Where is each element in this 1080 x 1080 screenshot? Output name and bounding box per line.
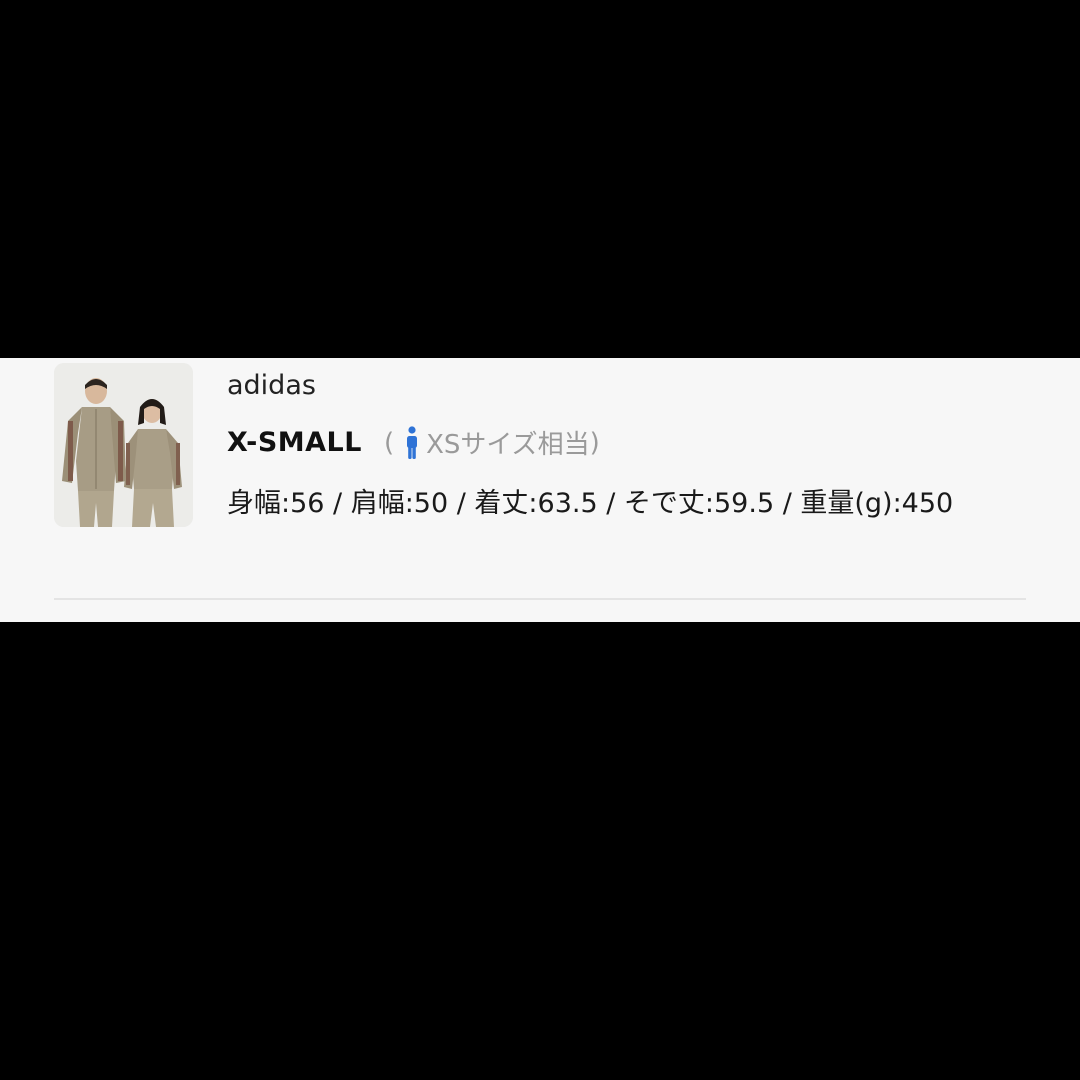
divider (54, 598, 1026, 600)
size-hint-text: XSサイズ相当 (426, 430, 590, 460)
product-photo-icon (54, 363, 193, 527)
size-hint-close: ) (589, 427, 600, 458)
person-icon (407, 425, 418, 459)
product-thumbnail[interactable] (54, 363, 193, 527)
measurements: 身幅:56 / 肩幅:50 / 着丈:63.5 / そで丈:59.5 / 重量(… (227, 488, 954, 519)
size-equivalent: ( XSサイズ相当 ) (384, 424, 600, 461)
size-hint-open: ( (383, 427, 395, 458)
size-label: X-SMALL (227, 427, 362, 458)
size-row: X-SMALL ( XSサイズ相当 ) (227, 424, 600, 461)
brand-name: adidas (227, 370, 316, 401)
size-info-card: adidas X-SMALL ( XSサイズ相当 ) 身幅:56 / 肩幅:50… (0, 358, 1080, 622)
